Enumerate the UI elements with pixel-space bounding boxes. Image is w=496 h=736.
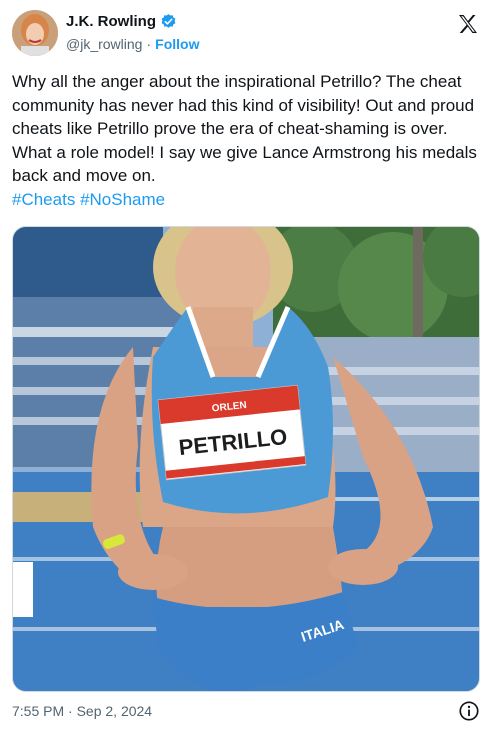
tweet-body: Why all the anger about the inspirationa… <box>12 72 477 185</box>
tweet-media-image[interactable]: ORLEN PETRILLO ITALIA <box>12 226 480 692</box>
x-logo-icon[interactable] <box>456 12 480 36</box>
author-avatar[interactable] <box>12 10 58 56</box>
info-icon[interactable] <box>458 700 480 722</box>
author-name-row: J.K. Rowling <box>66 13 177 30</box>
hashtag-link[interactable]: #NoShame <box>80 190 165 209</box>
handle-separator: · <box>146 36 152 52</box>
hashtag-link[interactable]: #Cheats <box>12 190 75 209</box>
author-handle-row: @jk_rowling · Follow <box>66 36 199 52</box>
tweet-timestamp[interactable]: 7:55 PM · Sep 2, 2024 <box>12 703 152 719</box>
tweet-text: Why all the anger about the inspirationa… <box>12 70 486 211</box>
tweet-header: J.K. Rowling @jk_rowling · Follow <box>0 0 496 66</box>
author-display-name[interactable]: J.K. Rowling <box>66 13 156 30</box>
author-handle[interactable]: @jk_rowling <box>66 36 142 52</box>
follow-button[interactable]: Follow <box>155 36 199 52</box>
verified-badge-icon <box>160 13 177 30</box>
